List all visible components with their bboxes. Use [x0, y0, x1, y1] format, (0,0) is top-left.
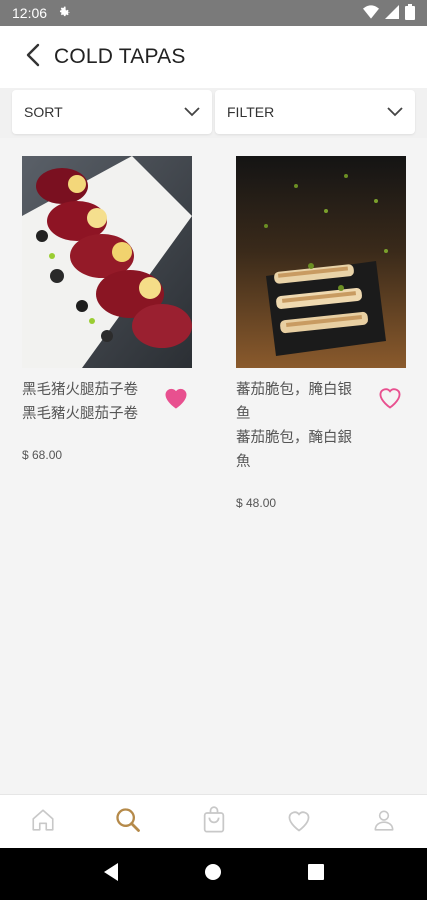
sort-dropdown[interactable]: SORT	[12, 90, 212, 134]
bottom-nav	[0, 794, 427, 848]
signal-icon	[385, 4, 399, 22]
nav-home[interactable]	[0, 795, 85, 848]
heart-outline-icon[interactable]	[376, 384, 404, 474]
product-name-simplified: 蕃茄脆包，腌白银鱼	[236, 382, 352, 422]
product-price: $ 68.00	[22, 448, 63, 462]
product-name-traditional: 黑毛豬火腿茄子卷	[22, 406, 138, 422]
home-button-icon[interactable]	[203, 862, 223, 886]
cart-icon	[200, 805, 228, 838]
app-bar: COLD TAPAS	[0, 26, 427, 88]
status-bar: 12:06	[0, 0, 427, 26]
product-grid: 黑毛猪火腿茄子卷 黑毛豬火腿茄子卷 $ 68.00 蕃茄脆包，腌白银鱼 蕃茄脆包…	[0, 138, 427, 794]
sort-label: SORT	[24, 104, 63, 120]
product-image[interactable]	[236, 156, 406, 368]
product-image[interactable]	[22, 156, 192, 368]
back-icon[interactable]	[102, 862, 120, 886]
product-name-simplified: 黑毛猪火腿茄子卷	[22, 382, 138, 398]
favorites-icon	[285, 807, 313, 837]
page-title: COLD TAPAS	[54, 45, 186, 68]
wifi-icon	[363, 4, 379, 22]
recents-icon[interactable]	[307, 863, 325, 885]
settings-icon	[57, 5, 71, 22]
product-price: $ 48.00	[236, 496, 277, 510]
nav-search[interactable]	[85, 795, 170, 848]
sort-filter-bar: SORT FILTER	[0, 88, 427, 138]
back-arrow-icon[interactable]	[26, 43, 40, 71]
search-icon	[114, 806, 142, 838]
battery-icon	[405, 3, 415, 23]
filter-dropdown[interactable]: FILTER	[215, 90, 415, 134]
system-nav-bar	[0, 848, 427, 900]
product-card[interactable]: 蕃茄脆包，腌白银鱼 蕃茄脆包，醃白銀魚 $ 48.00	[236, 156, 416, 510]
filter-label: FILTER	[227, 104, 275, 120]
home-icon	[30, 807, 56, 837]
chevron-down-icon	[387, 104, 403, 120]
status-time: 12:06	[12, 5, 48, 21]
nav-favorites[interactable]	[256, 795, 341, 848]
nav-profile[interactable]	[342, 795, 427, 848]
product-card[interactable]: 黑毛猪火腿茄子卷 黑毛豬火腿茄子卷 $ 68.00	[22, 156, 202, 462]
chevron-down-icon	[184, 104, 200, 120]
heart-filled-icon[interactable]	[162, 384, 190, 426]
nav-cart[interactable]	[171, 795, 256, 848]
product-name-traditional: 蕃茄脆包，醃白銀魚	[236, 430, 352, 470]
profile-icon	[371, 807, 397, 837]
